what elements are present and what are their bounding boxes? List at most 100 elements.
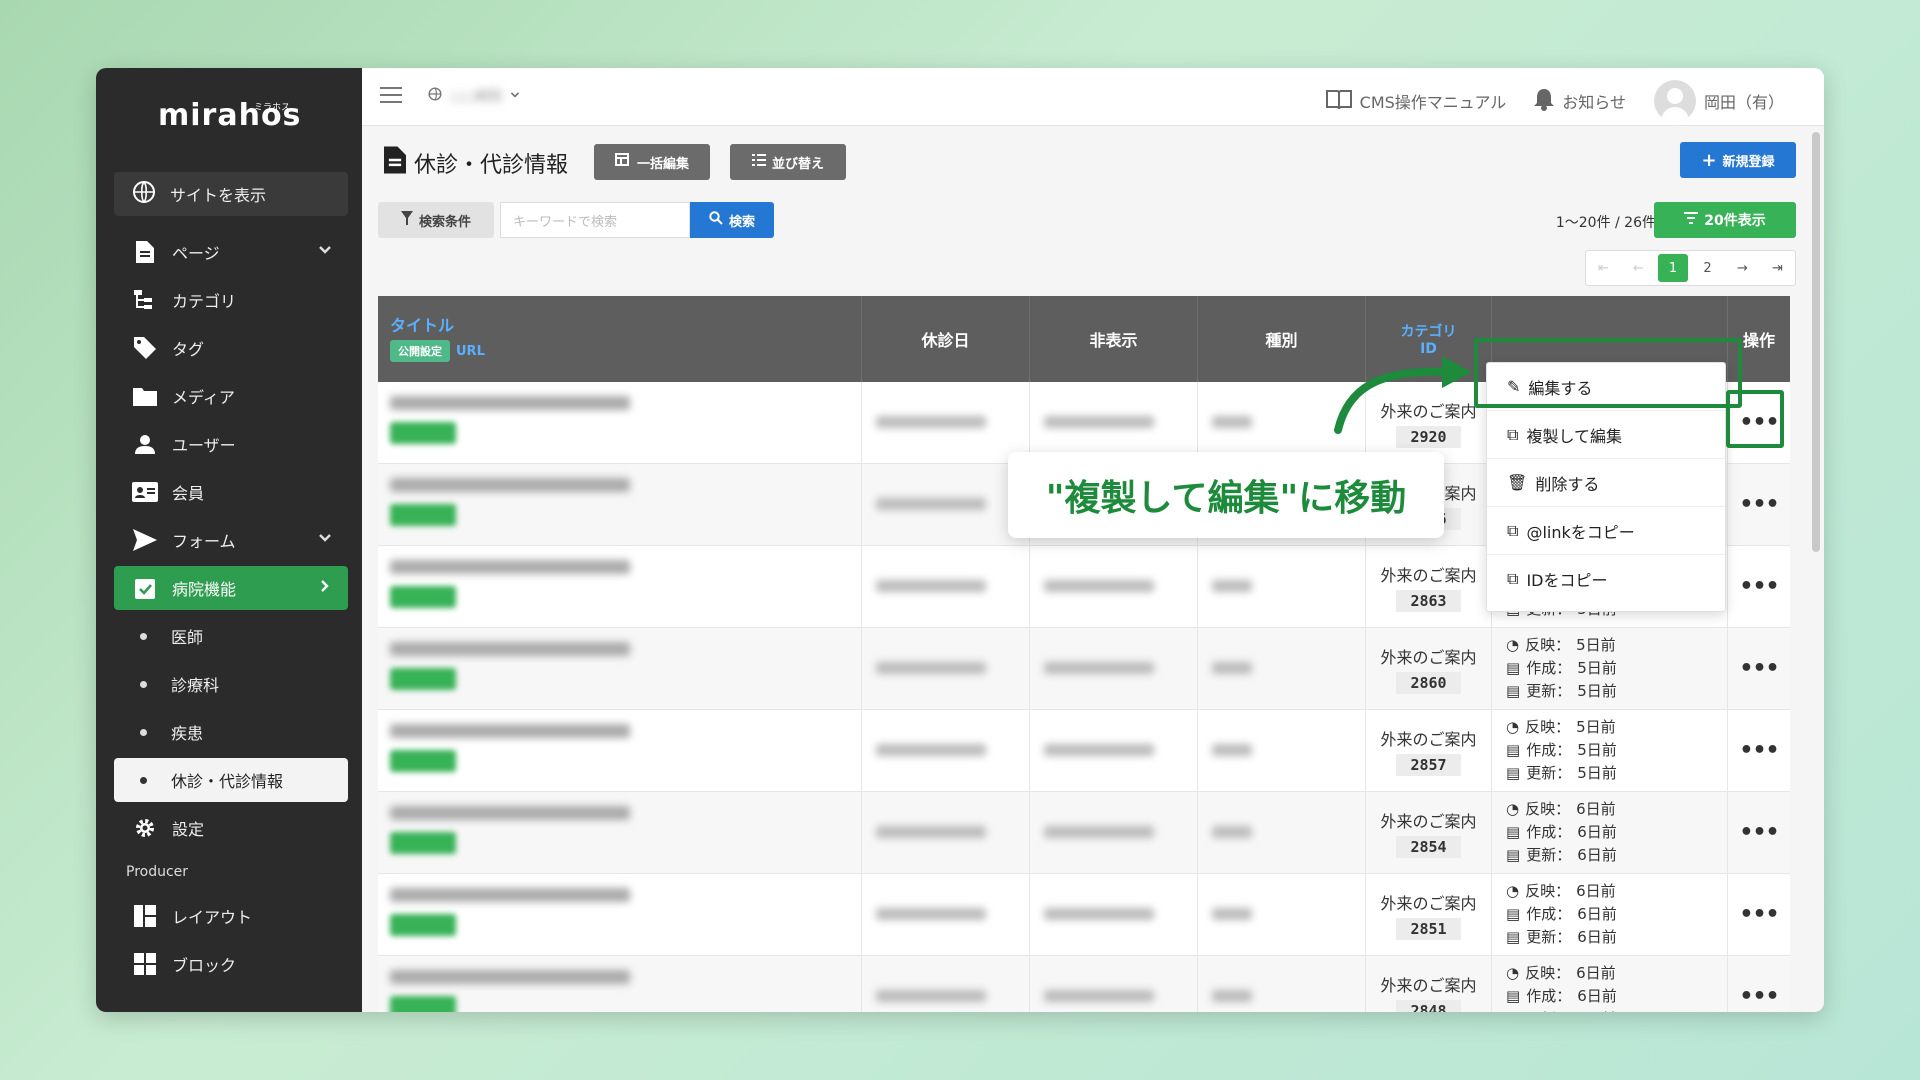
filter-label: 検索条件 — [418, 214, 471, 230]
page-title-text: 休診・代診情報 — [414, 153, 569, 178]
next-page-icon[interactable]: → — [1725, 251, 1760, 285]
per-page-button[interactable]: 20件表示 — [1654, 202, 1796, 238]
blurred-status-badge — [390, 668, 456, 690]
menu-item-label: 複製して編集 — [1526, 426, 1622, 446]
plus-icon: + — [1701, 149, 1717, 171]
sidebar-item-label: 会員 — [172, 484, 205, 503]
menu-item-duplicate[interactable]: ⧉ 複製して編集 — [1487, 411, 1725, 459]
sidebar-item-members[interactable]: 会員 — [114, 470, 348, 514]
table-row[interactable]: 外来のご案内2848◔反映：6日前▤作成：6日前▤更新：6日前••• — [378, 956, 1790, 1012]
blurred-date — [1044, 662, 1154, 674]
cell-title[interactable] — [378, 546, 862, 627]
category-name: 外来のご案内 — [1380, 565, 1477, 585]
blurred-status-badge — [390, 832, 456, 854]
more-actions-icon[interactable]: ••• — [1728, 710, 1790, 791]
header-hidden[interactable]: 非表示 — [1030, 296, 1198, 382]
cell-closed-date — [862, 382, 1030, 463]
blurred-kind — [1212, 990, 1252, 1002]
sidebar-item-layout[interactable]: レイアウト — [114, 894, 348, 938]
sidebar-item-pages[interactable]: ページ — [114, 230, 348, 274]
cell-title[interactable] — [378, 874, 862, 955]
new-button[interactable]: + 新規登録 — [1680, 142, 1796, 178]
sidebar-item-blocks[interactable]: ブロック — [114, 942, 348, 986]
cell-title[interactable] — [378, 792, 862, 873]
sidebar-item-categories[interactable]: カテゴリ — [114, 278, 348, 322]
created-label: 作成： — [1526, 659, 1572, 677]
last-page-icon[interactable]: ⇥ — [1760, 251, 1795, 285]
sidebar-item-settings[interactable]: 設定 — [114, 806, 348, 850]
blurred-date — [876, 908, 986, 920]
first-page-icon[interactable]: ⇤ — [1586, 251, 1621, 285]
user-menu[interactable]: 岡田（有） — [1653, 80, 1784, 122]
table-row[interactable]: 外来のご案内 2851 ◔ 反映： 6日前 ▤ 作成： 6日前 ▤ 更新： 6日前 ••• — [378, 874, 1790, 956]
sidebar-sub-departments[interactable]: 診療科 — [114, 662, 348, 706]
sidebar-item-label: メディア — [172, 388, 235, 407]
search-button[interactable]: 検索 — [690, 202, 774, 238]
cell-category: 外来のご案内 2860 — [1366, 628, 1492, 709]
more-actions-icon[interactable]: ••• — [1728, 874, 1790, 955]
category-name: 外来のご案内 — [1380, 811, 1477, 831]
table-row[interactable]: 外来のご案内 2854 ◔ 反映： 6日前 ▤ 作成： 6日前 ▤ 更新： 6日前 ••• — [378, 792, 1790, 874]
page-button[interactable]: 2 — [1690, 251, 1725, 285]
table-row[interactable]: 外来のご案内 2857 ◔ 反映： 5日前 ▤ 作成： 5日前 ▤ 更新： 5日前 ••• — [378, 710, 1790, 792]
result-count: 1〜20件 / 26件 — [1555, 215, 1656, 231]
manual-link[interactable]: CMS操作マニュアル — [1325, 89, 1507, 113]
view-site-button[interactable]: サイトを表示 — [114, 172, 348, 216]
arrow-icon — [1334, 356, 1472, 434]
blurred-date — [876, 416, 986, 428]
blurred-title — [390, 724, 630, 738]
filter-button[interactable]: 検索条件 — [378, 202, 494, 238]
database-edit-icon: ▤ — [1506, 846, 1521, 864]
sidebar-sub-doctors[interactable]: 医師 — [114, 614, 348, 658]
menu-item-copy-link[interactable]: ⧉ @linkをコピー — [1487, 507, 1725, 555]
more-actions-icon[interactable]: ••• — [1728, 792, 1790, 873]
history-icon: ◔ — [1506, 882, 1520, 900]
sidebar-item-media[interactable]: メディア — [114, 374, 348, 418]
cell-title[interactable] — [378, 464, 862, 545]
sidebar-item-hospital[interactable]: 病院機能 — [114, 566, 348, 610]
more-actions-icon[interactable]: ••• — [1728, 546, 1790, 627]
more-actions-icon[interactable]: ••• — [1728, 464, 1790, 545]
sidebar-item-tags[interactable]: タグ — [114, 326, 348, 370]
prev-page-icon[interactable]: ← — [1621, 251, 1656, 285]
header-category-label: カテゴリ — [1400, 324, 1457, 340]
menu-item-copy-id[interactable]: ⧉ IDをコピー — [1487, 555, 1725, 603]
copy-icon: ⧉ — [1507, 569, 1519, 588]
cell-category: 外来のご案内 2863 — [1366, 546, 1492, 627]
trash-icon: 🗑 — [1507, 473, 1528, 492]
sidebar-sub-diseases[interactable]: 疾患 — [114, 710, 348, 754]
id-card-icon — [132, 480, 158, 504]
avatar — [1653, 80, 1696, 122]
category-name: 外来のご案内 — [1380, 893, 1477, 913]
header-title[interactable]: タイトル 公開設定 URL — [378, 296, 862, 382]
manual-label: CMS操作マニュアル — [1359, 93, 1507, 112]
scrollbar[interactable] — [1812, 132, 1820, 552]
blurred-kind — [1212, 908, 1252, 920]
cell-hidden — [1030, 628, 1198, 709]
cell-title[interactable] — [378, 382, 862, 463]
cell-title[interactable] — [378, 956, 862, 1012]
sidebar-sub-closures[interactable]: 休診・代診情報 — [114, 758, 348, 802]
cell-title[interactable] — [378, 628, 862, 709]
bell-icon — [1534, 87, 1555, 115]
more-actions-icon[interactable]: ••• — [1728, 956, 1790, 1012]
header-closed-date[interactable]: 休診日 — [862, 296, 1030, 382]
notice-link[interactable]: お知らせ — [1534, 87, 1626, 115]
site-selector[interactable]: ○○病院 — [428, 86, 520, 106]
menu-icon[interactable] — [380, 87, 402, 105]
sort-button[interactable]: 並び替え — [730, 144, 846, 180]
table-row[interactable]: 外来のご案内 2860 ◔ 反映： 5日前 ▤ 作成： 5日前 ▤ 更新： 5日前 ••• — [378, 628, 1790, 710]
record-id: 2848 — [1396, 999, 1461, 1012]
globe-icon — [428, 87, 442, 105]
cell-closed-date — [862, 464, 1030, 545]
page-button[interactable]: 1 — [1658, 254, 1688, 282]
menu-item-delete[interactable]: 🗑 削除する — [1487, 459, 1725, 507]
search-input[interactable]: キーワードで検索 — [500, 202, 690, 238]
sidebar-item-users[interactable]: ユーザー — [114, 422, 348, 466]
more-actions-icon[interactable]: ••• — [1728, 628, 1790, 709]
blurred-date — [1044, 826, 1154, 838]
sidebar-item-forms[interactable]: フォーム — [114, 518, 348, 562]
notice-label: お知らせ — [1562, 93, 1626, 112]
bulk-edit-button[interactable]: 一括編集 — [594, 144, 710, 180]
cell-title[interactable] — [378, 710, 862, 791]
